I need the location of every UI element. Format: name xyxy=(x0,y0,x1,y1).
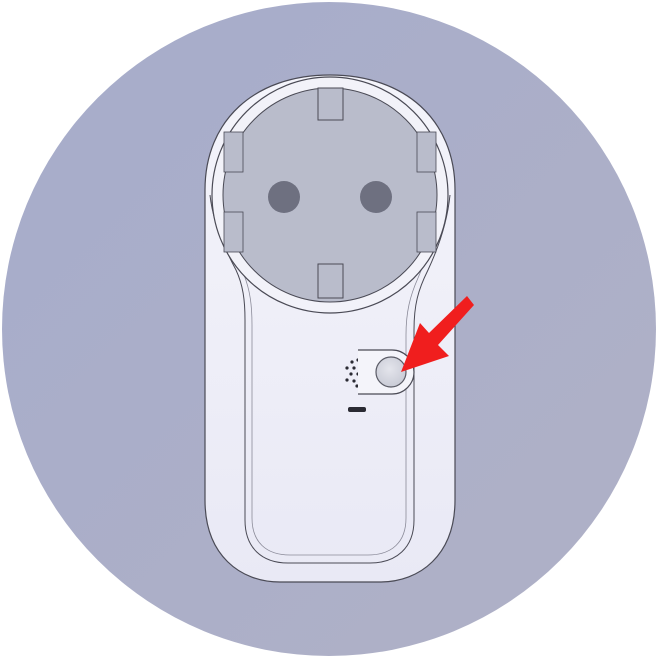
socket-hole-right xyxy=(360,181,392,213)
led-indicator-icon xyxy=(348,407,366,412)
illustration-stage xyxy=(0,0,658,658)
smart-plug-illustration xyxy=(2,2,656,656)
socket-hole-left xyxy=(268,181,300,213)
pairing-button-icon[interactable] xyxy=(358,349,415,395)
socket-icon xyxy=(211,76,449,314)
